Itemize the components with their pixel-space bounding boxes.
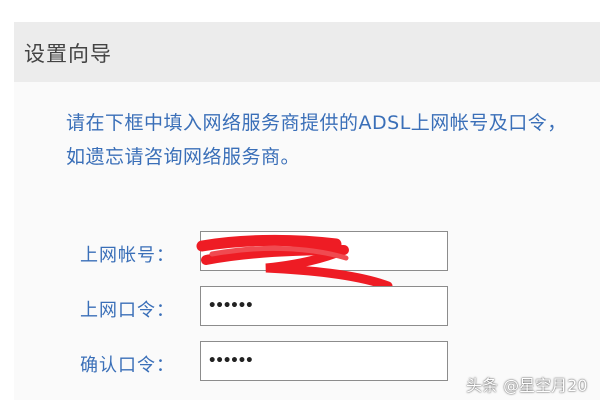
watermark: 头条 @星空月20 [466,376,588,395]
confirm-password-input[interactable] [200,341,448,381]
account-row: 上网帐号： [80,231,460,277]
account-input[interactable] [200,231,448,271]
account-label: 上网帐号： [80,245,175,266]
wizard-title: 设置向导 [24,42,112,66]
password-input[interactable] [200,286,448,326]
instructions-text: 请在下框中填入网络服务商提供的ADSL上网帐号及口令，如遗忘请咨询网络服务商。 [66,112,567,168]
confirm-password-label: 确认口令： [80,355,175,376]
password-row: 上网口令： [80,286,460,332]
router-setup-wizard: 设置向导 请在下框中填入网络服务商提供的ADSL上网帐号及口令，如遗忘请咨询网络… [0,0,600,400]
password-label: 上网口令： [80,300,175,321]
confirm-password-row: 确认口令： [80,341,460,387]
wizard-header: 设置向导 [14,22,600,82]
